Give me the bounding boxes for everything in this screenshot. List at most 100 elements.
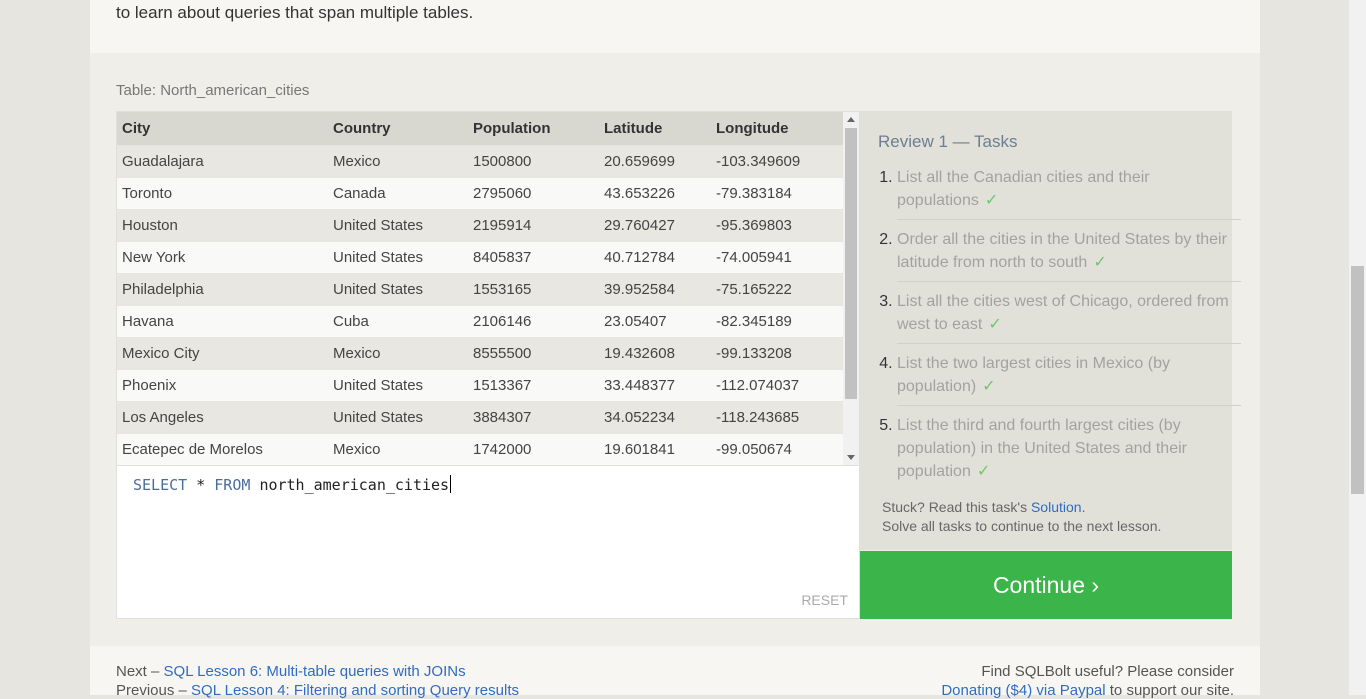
task-text: List the third and fourth largest cities… (897, 417, 1187, 480)
cell-longitude: -99.133208 (711, 336, 844, 369)
cell-latitude: 23.05407 (599, 304, 711, 337)
cell-city: Phoenix (117, 368, 328, 401)
column-header-population: Population (468, 112, 599, 145)
table-row: Philadelphia United States 1553165 39.95258… (117, 272, 844, 305)
checkmark-icon: ✓ (982, 378, 996, 395)
previous-lesson-nav: Previous – SQL Lesson 4: Filtering and s… (116, 682, 519, 699)
previous-lesson-link[interactable]: SQL Lesson 4: Filtering and sorting Quer… (191, 682, 519, 699)
task-text: List the two largest cities in Mexico (b… (897, 355, 1170, 395)
cell-longitude: -118.243685 (711, 400, 844, 433)
results-table-container[interactable]: City Country Population Latitude Longitu… (116, 111, 860, 466)
checkmark-icon: ✓ (1093, 254, 1107, 271)
reset-button[interactable]: RESET (801, 592, 848, 608)
page-scroll-thumb[interactable] (1351, 266, 1364, 494)
cell-population: 1500800 (468, 144, 599, 177)
cell-country: Canada (328, 176, 468, 209)
task-text: List all the Canadian cities and their p… (897, 169, 1150, 209)
lesson-intro: different combination of clauses in your… (90, 0, 1260, 53)
table-row: New York United States 8405837 40.712784 -74… (117, 240, 844, 273)
cell-population: 8555500 (468, 336, 599, 369)
cell-country: United States (328, 400, 468, 433)
task-item: List the third and fourth largest cities… (897, 414, 1241, 490)
stuck-prefix: Stuck? Read this task's (882, 499, 1031, 515)
cell-population: 8405837 (468, 240, 599, 273)
cell-city: Ecatepec de Morelos (117, 432, 328, 465)
checkmark-icon: ✓ (988, 316, 1002, 333)
page-scrollbar[interactable] (1349, 0, 1366, 695)
checkmark-icon: ✓ (976, 463, 991, 480)
donate-suffix: to support our site. (1105, 682, 1234, 699)
cell-latitude: 29.760427 (599, 208, 711, 241)
cell-longitude: -79.383184 (711, 176, 844, 209)
scroll-down-arrow-icon[interactable] (847, 455, 855, 460)
donate-message: Find SQLBolt useful? Please consider (981, 663, 1234, 680)
column-header-longitude: Longitude (711, 112, 844, 145)
donate-link[interactable]: Donating ($4) via Paypal (941, 682, 1105, 699)
query-table-name: north_american_cities (259, 476, 450, 494)
task-item: List the two largest cities in Mexico (b… (897, 352, 1241, 406)
cell-latitude: 34.052234 (599, 400, 711, 433)
sql-editor[interactable]: SELECT * FROM north_american_cities RESE… (116, 466, 860, 619)
cell-city: Mexico City (117, 336, 328, 369)
text-cursor (450, 475, 452, 493)
prev-prefix: Previous – (116, 682, 192, 699)
cell-latitude: 20.659699 (599, 144, 711, 177)
table-row: Havana Cuba 2106146 23.05407 -82.345189 (117, 304, 844, 337)
cell-population: 1742000 (468, 432, 599, 465)
cell-city: Havana (117, 304, 328, 337)
cell-latitude: 40.712784 (599, 240, 711, 273)
results-table: City Country Population Latitude Longitu… (117, 112, 844, 465)
cell-country: Cuba (328, 304, 468, 337)
cell-latitude: 43.653226 (599, 176, 711, 209)
cell-longitude: -74.005941 (711, 240, 844, 273)
cell-country: United States (328, 240, 468, 273)
cell-longitude: -112.074037 (711, 368, 844, 401)
table-scroll-thumb[interactable] (845, 128, 857, 399)
cell-city: Los Angeles (117, 400, 328, 433)
table-body: Guadalajara Mexico 1500800 20.659699 -103.34… (117, 144, 844, 465)
cell-latitude: 39.952584 (599, 272, 711, 305)
table-row: Guadalajara Mexico 1500800 20.659699 -103.34… (117, 144, 844, 177)
cell-country: United States (328, 208, 468, 241)
checkmark-icon: ✓ (984, 192, 999, 209)
column-header-city: City (117, 112, 328, 145)
solve-all-text: Solve all tasks to continue to the next … (882, 518, 1162, 534)
scroll-up-arrow-icon[interactable] (847, 117, 855, 122)
continue-button[interactable]: Continue › (860, 551, 1232, 619)
table-row: Houston United States 2195914 29.760427 -95.… (117, 208, 844, 241)
cell-longitude: -103.349609 (711, 144, 844, 177)
cell-country: United States (328, 272, 468, 305)
cell-latitude: 19.601841 (599, 432, 711, 465)
column-header-latitude: Latitude (599, 112, 711, 145)
cell-city: Philadelphia (117, 272, 328, 305)
tasks-panel: Review 1 — Tasks List all the Canadian c… (860, 111, 1241, 550)
cell-city: Houston (117, 208, 328, 241)
cell-population: 2106146 (468, 304, 599, 337)
cell-city: New York (117, 240, 328, 273)
page-container: different combination of clauses in your… (90, 0, 1260, 699)
tasks-title: Review 1 — Tasks (878, 132, 1018, 151)
task-text: Order all the cities in the United State… (897, 231, 1227, 271)
table-header-row: City Country Population Latitude Longitu… (117, 112, 844, 145)
task-item: Order all the cities in the United State… (897, 228, 1241, 282)
cell-longitude: -75.165222 (711, 272, 844, 305)
cell-city: Toronto (117, 176, 328, 209)
column-header-country: Country (328, 112, 468, 145)
exercise-workspace: Table: North_american_cities City Countr… (90, 53, 1260, 646)
cell-city: Guadalajara (117, 144, 328, 177)
table-row: Mexico City Mexico 8555500 19.432608 -99.133… (117, 336, 844, 369)
stuck-suffix: . (1081, 499, 1086, 515)
table-row: Ecatepec de Morelos Mexico 1742000 19.60184… (117, 432, 844, 465)
cell-longitude: -99.050674 (711, 432, 844, 465)
cell-latitude: 19.432608 (599, 336, 711, 369)
next-lesson-link[interactable]: SQL Lesson 6: Multi-table queries with J… (164, 663, 466, 680)
task-list: List all the Canadian cities and their p… (878, 166, 1241, 498)
cell-longitude: -95.369803 (711, 208, 844, 241)
solution-link[interactable]: Solution (1031, 499, 1082, 515)
table-scrollbar[interactable] (843, 112, 859, 465)
cell-population: 1513367 (468, 368, 599, 401)
table-caption: Table: North_american_cities (116, 82, 310, 99)
sql-query-text[interactable]: SELECT * FROM north_american_cities (133, 475, 452, 494)
task-item: List all the Canadian cities and their p… (897, 166, 1241, 220)
task-item: List all the cities west of Chicago, ord… (897, 290, 1241, 344)
